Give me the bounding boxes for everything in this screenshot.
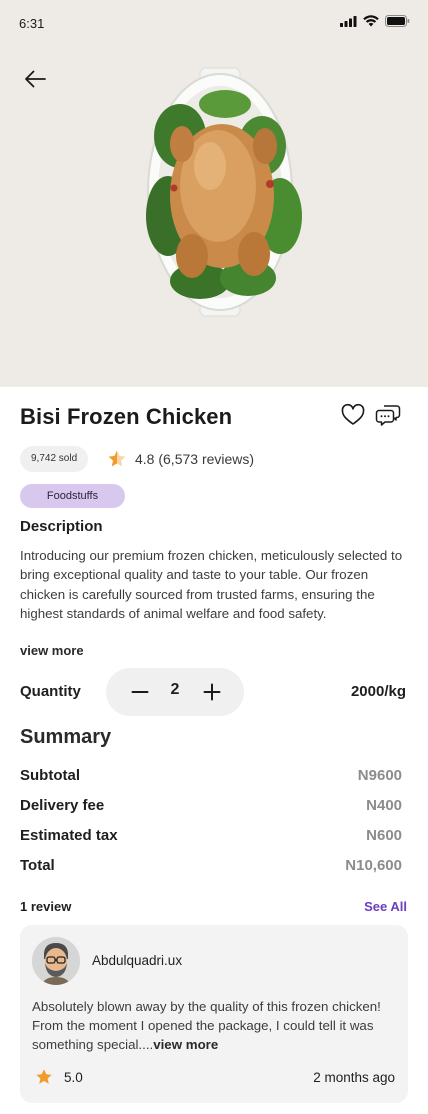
rating-text: 4.8 (6,573 reviews)	[135, 451, 255, 467]
summary-row-delivery-fee: Delivery fee N400	[20, 797, 402, 819]
quantity-stepper: 2	[106, 668, 244, 716]
product-image	[146, 67, 302, 317]
see-all-reviews-link[interactable]: See All	[364, 899, 407, 914]
quantity-value: 2	[170, 681, 180, 698]
chat-bubbles-icon	[375, 405, 401, 426]
summary-value: N10,600	[345, 857, 402, 874]
product-title: Bisi Frozen Chicken	[20, 404, 233, 429]
increase-quantity-button[interactable]	[200, 680, 224, 704]
review-view-more-link[interactable]: view more	[153, 1037, 218, 1052]
sold-badge: 9,742 sold	[20, 446, 89, 472]
quantity-label: Quantity	[20, 683, 81, 700]
summary-label: Total	[20, 857, 55, 874]
summary-value: N9600	[357, 767, 402, 784]
review-card[interactable]: Abdulquadri.ux Absolutely blown away by …	[20, 925, 408, 1103]
summary-heading: Summary	[20, 726, 112, 748]
wifi-icon	[363, 15, 379, 27]
star-icon	[36, 1069, 52, 1084]
user-avatar-icon	[32, 937, 80, 985]
category-chip[interactable]: Foodstuffs	[20, 484, 125, 508]
minus-icon	[131, 691, 149, 693]
arrow-left-icon	[25, 70, 46, 88]
summary-value: N600	[366, 827, 402, 844]
plus-icon	[203, 683, 221, 701]
favorite-button[interactable]	[340, 402, 366, 428]
product-hero: 6:31	[0, 0, 428, 387]
signal-icon	[340, 15, 357, 27]
summary-row-estimated-tax: Estimated tax N600	[20, 827, 402, 849]
summary-value: N400	[366, 797, 402, 814]
avatar	[32, 937, 80, 985]
unit-price: 2000/kg	[350, 683, 406, 700]
summary-label: Estimated tax	[20, 827, 118, 844]
summary-row-total: Total N10,600	[20, 857, 402, 879]
review-time: 2 months ago	[313, 1070, 395, 1085]
reviews-count: 1 review	[20, 899, 72, 914]
review-text: Absolutely blown away by the quality of …	[32, 997, 398, 1054]
description-heading: Description	[20, 518, 103, 535]
summary-row-subtotal: Subtotal N9600	[20, 767, 402, 789]
chat-button[interactable]	[375, 402, 401, 428]
back-button[interactable]	[20, 64, 50, 94]
status-icons	[340, 15, 410, 27]
description-text: Introducing our premium frozen chicken, …	[20, 548, 403, 622]
decrease-quantity-button[interactable]	[128, 680, 152, 704]
battery-icon	[385, 15, 410, 27]
status-bar: 6:31	[0, 0, 428, 46]
star-half-icon	[108, 450, 126, 467]
reviewer-name: Abdulquadri.ux	[92, 953, 183, 968]
summary-label: Delivery fee	[20, 797, 105, 814]
heart-icon	[341, 403, 365, 425]
status-time: 6:31	[19, 16, 45, 31]
summary-label: Subtotal	[20, 767, 80, 784]
review-rating: 5.0	[64, 1070, 83, 1085]
view-more-link[interactable]: view more	[20, 643, 84, 658]
